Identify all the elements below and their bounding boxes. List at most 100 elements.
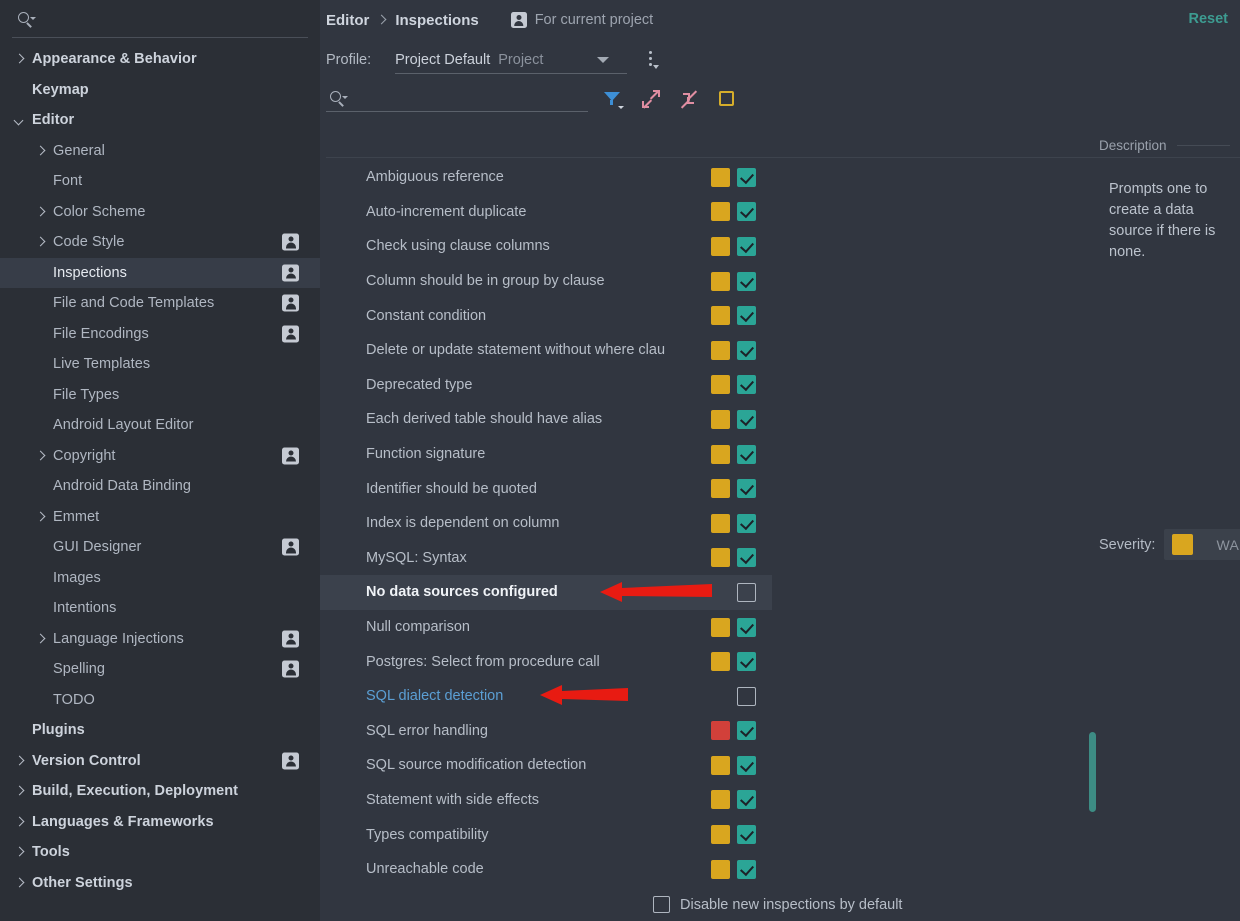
inspection-search-box[interactable] [326, 86, 588, 112]
inspection-severity-swatch[interactable] [711, 583, 730, 602]
inspection-enabled-checkbox[interactable] [737, 548, 756, 567]
inspection-enabled-checkbox[interactable] [737, 583, 756, 602]
inspection-row[interactable]: Function signature [320, 437, 772, 472]
inspection-severity-swatch[interactable] [711, 721, 730, 740]
toggle-square-icon[interactable] [716, 88, 738, 110]
inspection-row[interactable]: SQL source modification detection [320, 748, 772, 783]
inspection-enabled-checkbox[interactable] [737, 860, 756, 879]
inspection-enabled-checkbox[interactable] [737, 341, 756, 360]
inspection-enabled-checkbox[interactable] [737, 756, 756, 775]
inspection-severity-swatch[interactable] [711, 410, 730, 429]
inspection-list[interactable]: Ambiguous referenceAuto-increment duplic… [320, 160, 772, 886]
inspection-row[interactable]: SQL dialect detection [320, 679, 772, 714]
inspection-enabled-checkbox[interactable] [737, 375, 756, 394]
inspection-row[interactable]: SQL error handling [320, 714, 772, 749]
inspection-enabled-checkbox[interactable] [737, 514, 756, 533]
sidebar-item-inspections[interactable]: Inspections [0, 258, 320, 289]
inspection-severity-swatch[interactable] [711, 202, 730, 221]
inspection-row[interactable]: MySQL: Syntax [320, 541, 772, 576]
inspection-enabled-checkbox[interactable] [737, 721, 756, 740]
sidebar-item-gui-designer[interactable]: GUI Designer [0, 532, 320, 563]
sidebar-item-emmet[interactable]: Emmet [0, 502, 320, 533]
sidebar-item-android-data-binding[interactable]: Android Data Binding [0, 471, 320, 502]
sidebar-item-editor[interactable]: Editor [0, 105, 320, 136]
reset-button[interactable]: Reset [1189, 11, 1229, 27]
inspection-row[interactable]: Null comparison [320, 610, 772, 645]
inspection-row[interactable]: Column should be in group by clause [320, 264, 772, 299]
sidebar-item-color-scheme[interactable]: Color Scheme [0, 197, 320, 228]
list-scrollbar-thumb[interactable] [1089, 732, 1096, 812]
inspection-severity-swatch[interactable] [711, 375, 730, 394]
profile-dropdown[interactable]: Project Default Project [395, 47, 627, 74]
disable-new-inspections-checkbox[interactable] [653, 896, 670, 913]
inspection-enabled-checkbox[interactable] [737, 168, 756, 187]
inspection-severity-swatch[interactable] [711, 514, 730, 533]
inspection-severity-swatch[interactable] [711, 860, 730, 879]
inspection-row[interactable]: Check using clause columns [320, 229, 772, 264]
sidebar-item-android-layout-editor[interactable]: Android Layout Editor [0, 410, 320, 441]
inspection-row[interactable]: Constant condition [320, 298, 772, 333]
sidebar-item-images[interactable]: Images [0, 563, 320, 594]
sidebar-item-font[interactable]: Font [0, 166, 320, 197]
inspection-enabled-checkbox[interactable] [737, 687, 756, 706]
severity-dropdown[interactable]: WARNING [1164, 529, 1240, 560]
inspection-row[interactable]: Unreachable code [320, 852, 772, 886]
inspection-row[interactable]: No data sources configured [320, 575, 772, 610]
inspection-row[interactable]: Statement with side effects [320, 783, 772, 818]
inspection-enabled-checkbox[interactable] [737, 410, 756, 429]
inspection-severity-swatch[interactable] [711, 652, 730, 671]
sidebar-item-copyright[interactable]: Copyright [0, 441, 320, 472]
inspection-severity-swatch[interactable] [711, 618, 730, 637]
inspection-enabled-checkbox[interactable] [737, 237, 756, 256]
inspection-row[interactable]: Auto-increment duplicate [320, 195, 772, 230]
sidebar-search-input[interactable] [43, 12, 293, 28]
inspection-severity-swatch[interactable] [711, 479, 730, 498]
sidebar-item-intentions[interactable]: Intentions [0, 593, 320, 624]
inspection-severity-swatch[interactable] [711, 756, 730, 775]
inspection-row[interactable]: Identifier should be quoted [320, 471, 772, 506]
inspection-severity-swatch[interactable] [711, 237, 730, 256]
inspection-severity-swatch[interactable] [711, 168, 730, 187]
sidebar-item-file-encodings[interactable]: File Encodings [0, 319, 320, 350]
inspection-severity-swatch[interactable] [711, 272, 730, 291]
inspection-row[interactable]: Deprecated type [320, 368, 772, 403]
sidebar-item-general[interactable]: General [0, 136, 320, 167]
sidebar-search-box[interactable] [0, 0, 320, 40]
chevron-right-icon[interactable] [33, 632, 47, 646]
inspection-severity-swatch[interactable] [711, 548, 730, 567]
chevron-right-icon[interactable] [12, 52, 26, 66]
sidebar-item-build-execution-deployment[interactable]: Build, Execution, Deployment [0, 776, 320, 807]
inspection-row[interactable]: Index is dependent on column [320, 506, 772, 541]
chevron-down-icon[interactable] [12, 113, 26, 127]
inspection-severity-swatch[interactable] [711, 790, 730, 809]
inspection-severity-swatch[interactable] [711, 825, 730, 844]
breadcrumb-parent[interactable]: Editor [326, 12, 369, 29]
sidebar-item-file-types[interactable]: File Types [0, 380, 320, 411]
inspection-severity-swatch[interactable] [711, 445, 730, 464]
sidebar-item-spelling[interactable]: Spelling [0, 654, 320, 685]
sidebar-item-version-control[interactable]: Version Control [0, 746, 320, 777]
sidebar-item-file-and-code-templates[interactable]: File and Code Templates [0, 288, 320, 319]
expand-all-icon[interactable] [640, 88, 662, 110]
inspection-row[interactable]: Delete or update statement without where… [320, 333, 772, 368]
inspection-severity-swatch[interactable] [711, 306, 730, 325]
collapse-all-icon[interactable] [678, 88, 700, 110]
chevron-right-icon[interactable] [33, 205, 47, 219]
chevron-right-icon[interactable] [33, 235, 47, 249]
inspection-enabled-checkbox[interactable] [737, 202, 756, 221]
filter-icon[interactable] [602, 88, 624, 110]
inspection-row[interactable]: Postgres: Select from procedure call [320, 644, 772, 679]
sidebar-item-live-templates[interactable]: Live Templates [0, 349, 320, 380]
inspection-enabled-checkbox[interactable] [737, 272, 756, 291]
inspection-row[interactable]: Ambiguous reference [320, 160, 772, 195]
chevron-right-icon[interactable] [12, 845, 26, 859]
inspection-row[interactable]: Types compatibility [320, 817, 772, 852]
chevron-right-icon[interactable] [12, 876, 26, 890]
inspection-enabled-checkbox[interactable] [737, 306, 756, 325]
inspection-enabled-checkbox[interactable] [737, 618, 756, 637]
chevron-right-icon[interactable] [33, 144, 47, 158]
sidebar-item-other-settings[interactable]: Other Settings [0, 868, 320, 899]
inspection-enabled-checkbox[interactable] [737, 652, 756, 671]
profile-options-menu-button[interactable] [645, 49, 663, 71]
inspection-enabled-checkbox[interactable] [737, 445, 756, 464]
